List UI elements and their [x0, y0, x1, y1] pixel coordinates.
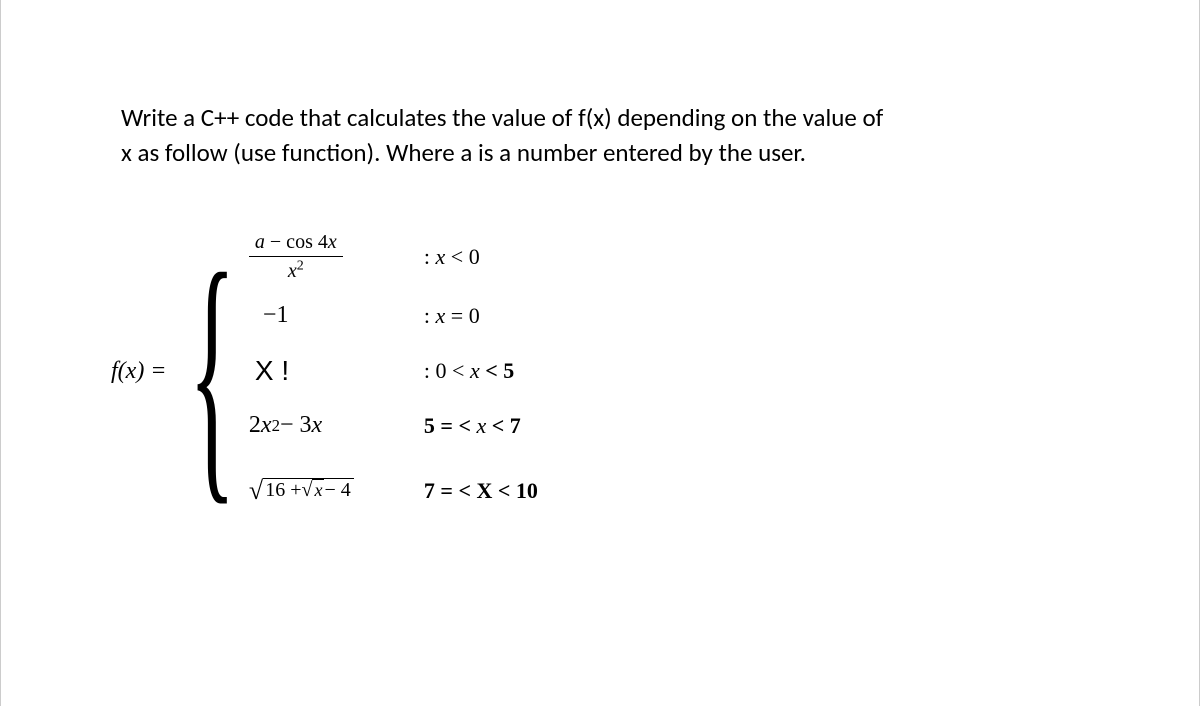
fraction-denominator: x2: [288, 257, 304, 283]
case-condition: 7 = < X < 10: [424, 478, 538, 504]
case-condition: : x < 0: [424, 244, 480, 270]
case-row: X ! : 0 < x < 5: [249, 348, 538, 393]
case-condition: : 0 < x < 5: [424, 358, 514, 384]
case-expression: √ 16 + √ x − 4: [249, 478, 424, 504]
prompt-line-2: x as follow (use function). Where a is a…: [121, 137, 806, 168]
case-expression: X !: [249, 355, 424, 387]
prompt-line-1: Write a C++ code that calculates the val…: [121, 102, 883, 133]
case-row: a − cos 4x x2 : x < 0: [249, 230, 538, 283]
case-row: 2x2 − 3x 5 = < x < 7: [249, 403, 538, 448]
case-row: √ 16 + √ x − 4 7 = < X < 10: [249, 468, 538, 513]
case-expression: 2x2 − 3x: [249, 412, 424, 439]
square-root: √ 16 + √ x − 4: [249, 478, 354, 504]
case-condition: : x = 0: [424, 303, 480, 329]
problem-statement: Write a C++ code that calculates the val…: [121, 100, 961, 170]
document-page: Write a C++ code that calculates the val…: [0, 0, 1200, 706]
radical-icon: √: [301, 479, 312, 502]
radical-icon: √: [249, 478, 263, 504]
cases-list: a − cos 4x x2 : x < 0 −1 : x: [249, 230, 538, 513]
function-label: f(x) =: [111, 358, 167, 385]
fraction: a − cos 4x x2: [249, 230, 343, 283]
case-row: −1 : x = 0: [249, 293, 538, 338]
case-expression: −1: [249, 302, 424, 329]
case-condition: 5 = < x < 7: [424, 413, 521, 439]
fraction-numerator: a − cos 4x: [249, 230, 343, 257]
left-brace: {: [188, 246, 235, 498]
piecewise-function: f(x) = { a − cos 4x x2 : x < 0: [111, 230, 1079, 513]
case-expression: a − cos 4x x2: [249, 230, 424, 283]
